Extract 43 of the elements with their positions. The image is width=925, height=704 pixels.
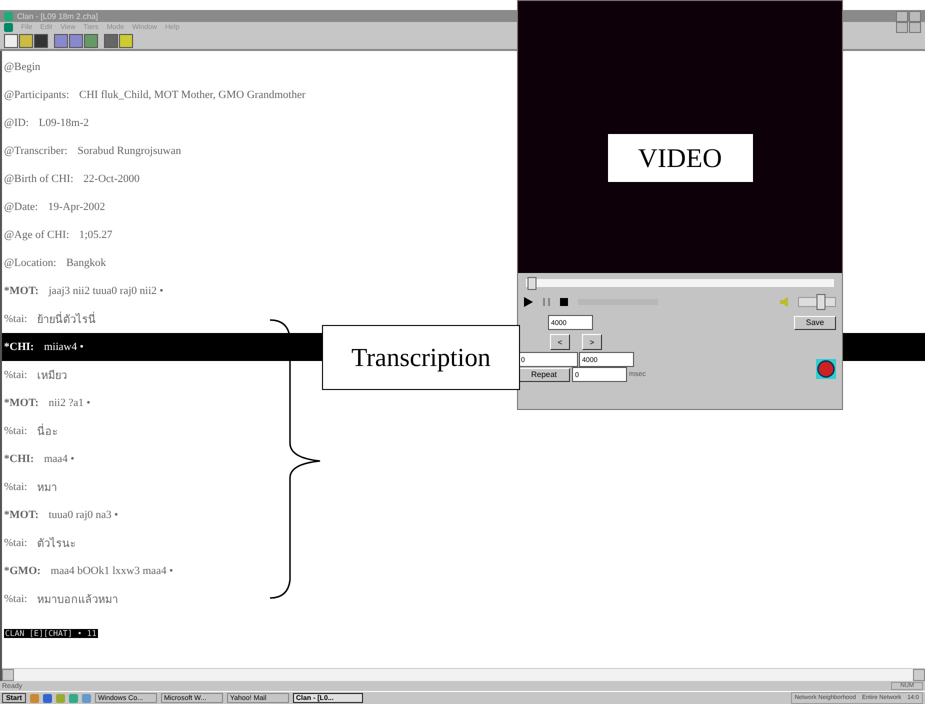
toolbar-icon[interactable] xyxy=(19,34,33,48)
volume-track[interactable] xyxy=(798,297,836,307)
transcript-line[interactable]: *CHI: maa4 • xyxy=(2,445,78,473)
transcript-line[interactable]: @Begin xyxy=(2,53,44,81)
transcript-line[interactable]: %tai: นี่อะ xyxy=(2,417,62,445)
toolbar-icon[interactable] xyxy=(119,34,133,48)
seek-track[interactable] xyxy=(526,279,834,287)
transcript-line[interactable]: *MOT: jaaj3 nii2 tuua0 raj0 nii2 • xyxy=(2,277,168,305)
video-label: VIDEO xyxy=(606,133,754,183)
volume-thumb[interactable] xyxy=(816,294,826,310)
transcript-line[interactable]: @Age of CHI: 1;05.27 xyxy=(2,221,116,249)
transcript-line[interactable]: @ID: L09-18m-2 xyxy=(2,109,93,137)
transcript-line[interactable]: %tai: หมาบอกแล้วหมา xyxy=(2,585,122,613)
next-button[interactable]: > xyxy=(582,334,602,350)
window-title: Clan - [L09 18m 2.cha] xyxy=(17,12,98,20)
seek-thumb[interactable] xyxy=(528,277,537,290)
transcript-line[interactable]: @Transcriber: Sorabud Rungrojsuwan xyxy=(2,137,186,165)
callout-label: Transcription xyxy=(322,325,520,390)
transcript-line[interactable]: @Date: 19-Apr-2002 xyxy=(2,193,110,221)
minimize-button[interactable] xyxy=(896,22,908,33)
app-icon xyxy=(4,12,13,20)
transcript-line[interactable]: %tai: เหมียว xyxy=(2,361,72,389)
save-button[interactable]: Save xyxy=(794,316,836,330)
transcript-line[interactable]: @Birth of CHI: 22-Oct-2000 xyxy=(2,165,144,193)
transcript-line[interactable]: %tai: หมา xyxy=(2,473,62,501)
transcript-line[interactable]: *MOT: tuua0 raj0 na3 • xyxy=(2,501,122,529)
play-icon[interactable] xyxy=(524,297,533,307)
restore-button[interactable] xyxy=(909,22,921,33)
transcript-line[interactable]: @Location: Bangkok xyxy=(2,249,110,277)
transcript-line[interactable]: *GMO: maa4 bOOk1 lxxw3 maa4 • xyxy=(2,557,178,585)
pause-icon[interactable] xyxy=(543,298,550,306)
transcript-line[interactable]: *MOT: nii2 ?a1 • xyxy=(2,389,94,417)
restore-button[interactable] xyxy=(909,10,921,22)
document-icon xyxy=(4,23,13,32)
transcript-line[interactable]: %tai: ย้ายนี่ตัวไรนี่ xyxy=(2,305,100,333)
repeat-button[interactable]: Repeat xyxy=(518,368,570,382)
transcript-line[interactable]: %tai: ตัวไรนะ xyxy=(2,529,80,557)
horizontal-scrollbar[interactable] xyxy=(2,668,925,681)
transcript-line[interactable]: @Participants: CHI fluk_Child, MOT Mother, GMO Grandmother xyxy=(2,81,310,109)
minimize-button[interactable] xyxy=(896,10,908,22)
help-icon[interactable] xyxy=(816,358,836,378)
toolbar-icon[interactable] xyxy=(4,34,18,48)
previous-button[interactable]: < xyxy=(550,334,570,350)
